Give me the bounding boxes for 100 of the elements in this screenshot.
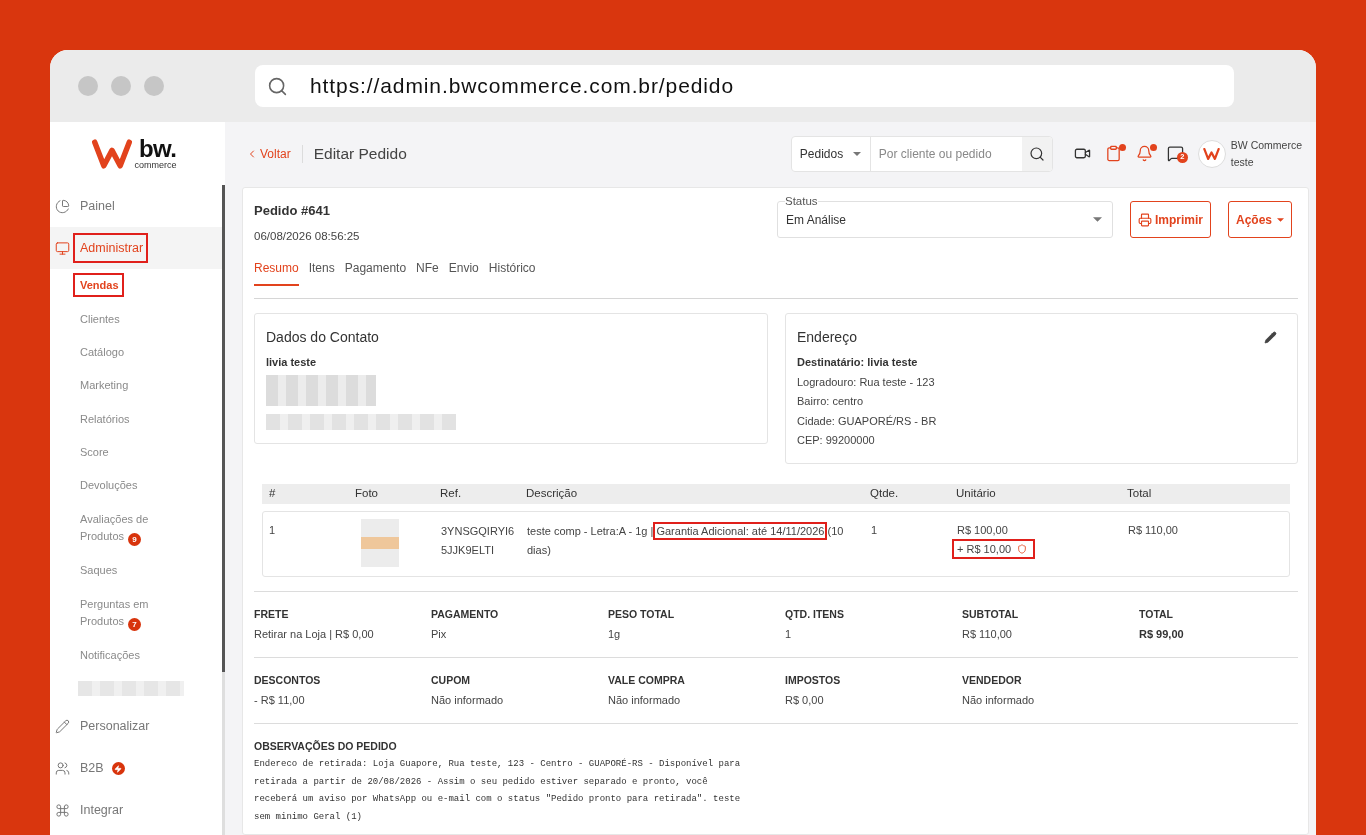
page-title: Editar Pedido (313, 143, 407, 164)
order-title: Pedido #641 (254, 202, 331, 220)
sidebar-subitem[interactable]: Avaliações de Produtos 9 (50, 502, 222, 554)
sidebar-subitem[interactable]: Clientes (50, 302, 222, 336)
column-header: # (268, 486, 277, 502)
monitor-icon (55, 240, 70, 256)
field-value: R$ 99,00 (1139, 627, 1185, 642)
column-header: Foto (354, 486, 379, 502)
recipient-text: Destinatário: livia teste (797, 355, 919, 370)
field-label: SUBTOTAL (962, 607, 1020, 622)
card-title: Endereço (797, 328, 857, 346)
logo-tagline: commerce (134, 159, 177, 170)
field-value: R$ 0,00 (785, 693, 825, 708)
pencil-icon[interactable] (1264, 330, 1277, 344)
sidebar-subitem[interactable]: Notificações (50, 638, 222, 673)
caret-icon (1277, 217, 1284, 222)
address-line: CEP: 99200000 (797, 433, 876, 448)
notes-text: Endereco de retirada: Loja Guapore, Rua teste, 123 - Centro - GUAPORÉ-RS - Disponível para retirada a partir de 20/08/2026 - Assim o seu pedido estiver separado e pronto, você receberá um aviso por WhatsApp ou e-mail com o status "Pedido pronto para retirada". teste sem minimo Geral (1) (254, 757, 742, 824)
order-date: 06/08/2026 08:56:25 (254, 229, 360, 244)
column-header: Total (1126, 486, 1153, 502)
search-bar[interactable]: Pedidos Por cliente ou pedido (790, 135, 1053, 172)
column-header: Descrição (525, 486, 579, 502)
description-text: teste comp - Letra:A - 1g | Garantia Adicional: até 14/11/2026 (10 dias) (527, 524, 845, 558)
print-button[interactable]: Imprimir (1130, 201, 1211, 238)
product-photo-placeholder (361, 519, 399, 567)
field-value: Retirar na Loja | R$ 0,00 (254, 627, 375, 642)
sidebar-subitem[interactable]: Catálogo (50, 335, 222, 370)
sidebar-subitem[interactable]: Relatórios (50, 402, 222, 436)
field-label: VALE COMPRA (608, 673, 686, 688)
field-value: Não informado (608, 693, 682, 708)
count-badge: 7 (128, 617, 142, 631)
table-cell-text: 1 (871, 523, 879, 538)
address-line: Bairro: centro (797, 394, 865, 409)
printer-icon (1138, 212, 1152, 227)
field-label: CUPOM (431, 673, 472, 688)
notes-label: OBSERVAÇÕES DO PEDIDO (254, 739, 398, 754)
sidebar-subitem[interactable]: Vendas (50, 269, 222, 303)
field-label: DESCONTOS (254, 673, 322, 688)
sidebar-subitem[interactable]: Perguntas em Produtos 7 (50, 587, 222, 639)
scrollbar-track[interactable] (222, 185, 225, 835)
search-icon (267, 75, 288, 97)
bell-button[interactable] (1135, 143, 1157, 164)
users-icon (55, 761, 70, 776)
sidebar-subitem[interactable]: Saques (50, 554, 222, 588)
field-value: Não informado (962, 693, 1036, 708)
pie-chart-icon (55, 198, 70, 214)
address-line: Logradouro: Rua teste - 123 (797, 374, 936, 390)
clipboard-icon (1104, 145, 1122, 162)
field-value: - R$ 11,00 (254, 693, 306, 708)
field-label: QTD. ITENS (785, 607, 845, 622)
tab[interactable]: Pagamento (344, 260, 407, 286)
contact-name: livia teste (266, 355, 318, 370)
field-label: IMPOSTOS (785, 673, 842, 688)
scrollbar-thumb[interactable] (222, 185, 225, 672)
pencil-icon (55, 719, 70, 734)
tab[interactable]: NFe (416, 260, 439, 286)
clipboard-button[interactable] (1104, 143, 1126, 164)
command-icon (55, 803, 70, 818)
logo-wordmark: bw. (138, 137, 177, 160)
actions-menu-button[interactable]: Ações (1228, 201, 1292, 238)
sidebar-item[interactable]: Administrar (50, 227, 222, 269)
field-value: 1 (785, 627, 793, 642)
field-value: R$ 110,00 (962, 627, 1013, 642)
field-value: 1g (608, 627, 622, 642)
field-label: TOTAL (1139, 607, 1175, 622)
sidebar-subitem[interactable]: Score (50, 435, 222, 470)
tab[interactable]: Itens (308, 260, 335, 286)
sidebar-subitem[interactable]: Devoluções (50, 469, 222, 503)
shield-icon (1017, 544, 1028, 554)
table-cell-text: 3YNSGQIRYI65JJK9ELTI (441, 524, 516, 558)
search-button[interactable] (1021, 136, 1052, 171)
field-label: FRETE (254, 607, 290, 622)
field-value: Pix (431, 627, 448, 642)
table-cell-text: 1 (269, 523, 277, 538)
search-scope-select[interactable]: Pedidos (791, 136, 871, 171)
back-link[interactable]: Voltar (246, 144, 291, 163)
table-cell-text: R$ 110,00 (1128, 523, 1179, 538)
avatar-logo-icon[interactable] (1197, 139, 1226, 168)
column-header: Ref. (439, 486, 463, 502)
user-name: BW Commerce (1230, 137, 1302, 153)
tab[interactable]: Envio (448, 260, 479, 286)
card-title: Dados do Contato (266, 328, 380, 346)
user-role: teste (1230, 154, 1255, 170)
address-bar[interactable]: https://admin.bwcommerce.com.br/pedido (255, 65, 1234, 107)
search-icon (1028, 145, 1045, 162)
sidebar-subitem[interactable]: Marketing (50, 369, 222, 403)
caret-icon (1093, 217, 1102, 222)
address-line: Cidade: GUAPORÉ/RS - BR (797, 413, 938, 429)
field-label: PESO TOTAL (608, 607, 676, 622)
field-label: VENDEDOR (962, 673, 1023, 688)
column-header: Unitário (955, 486, 997, 502)
tab[interactable]: Histórico (488, 260, 536, 286)
caret-icon (852, 151, 861, 156)
surcharge-text: + R$ 10,00 (957, 542, 1012, 557)
field-label: PAGAMENTO (431, 607, 500, 622)
bell-icon (1135, 145, 1153, 162)
table-cell-text: R$ 100,00 (957, 523, 1008, 538)
count-badge: 9 (128, 532, 142, 546)
logo-mark-icon (92, 138, 133, 169)
tab[interactable]: Resumo (254, 260, 299, 286)
